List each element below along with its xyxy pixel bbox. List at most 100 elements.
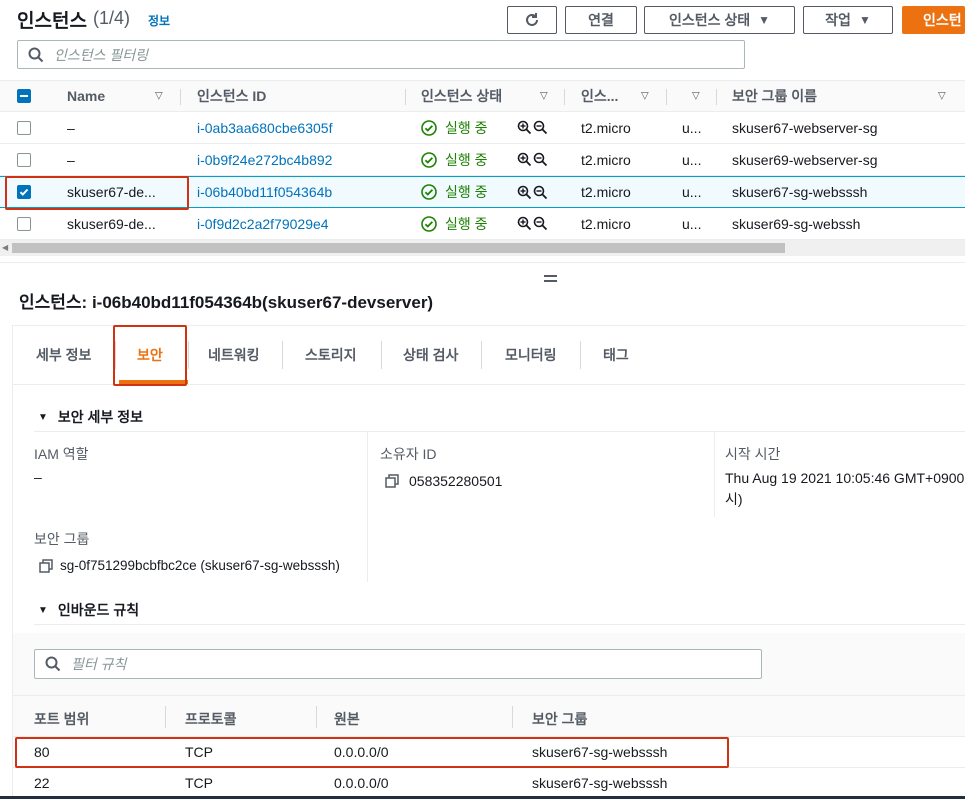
page-title: 인스턴스 [17,11,87,32]
col-5[interactable] [682,81,687,111]
row-checkbox[interactable] [17,208,31,239]
success-icon [421,184,437,200]
col-instance-type[interactable]: 인스... [581,81,636,111]
select-all-checkbox[interactable] [17,81,31,111]
security-details-toggle[interactable]: ▼ 보안 세부 정보 [38,407,143,427]
copy-icon[interactable] [385,474,399,488]
drag-handle-icon[interactable] [544,275,557,285]
highlight-selected-name [5,176,189,210]
instance-state-label: 인스턴스 상태 [668,12,751,28]
instance-type: t2.micro [581,151,631,168]
zoom-out-icon[interactable] [533,216,548,231]
owner-id-label: 소유자 ID [380,446,437,462]
row-checkbox[interactable] [17,144,31,175]
tab-status-checks[interactable]: 상태 검사 [403,325,458,385]
launch-instances-button[interactable]: 인스턴 [902,6,965,34]
instance-type: t2.micro [581,215,631,232]
col-source[interactable]: 원본 [334,709,360,729]
sort-icon[interactable]: ▽ [938,91,946,102]
connect-button[interactable]: 연결 [565,6,637,34]
instance-col5: u... [682,151,702,168]
security-details-heading: 보안 세부 정보 [57,409,143,425]
row-checkbox[interactable] [17,112,31,143]
col-rule-security-group[interactable]: 보안 그룹 [532,709,587,729]
scrollbar-thumb[interactable] [12,243,785,253]
instance-name: – [67,151,75,168]
zoom-in-icon[interactable] [517,120,532,135]
launch-time-value-cont: 시) [725,491,743,507]
instance-id-link[interactable]: i-0b9f24e272bc4b892 [197,144,397,175]
security-group-link[interactable]: sg-0f751299bcbfbc2ce (skuser67-sg-websss… [60,558,340,573]
instance-col5: u... [682,215,702,232]
tab-networking[interactable]: 네트워킹 [208,325,260,385]
instance-state: 실행 중 [421,144,511,175]
zoom-in-icon[interactable] [517,216,532,231]
table-row[interactable]: skuser69-de... i-0f9d2c2a2f79029e4 실행 중 t2.… [0,208,965,240]
rule-port: 22 [34,775,50,791]
info-link[interactable]: 정보 [148,12,170,29]
instance-filter-input[interactable]: 인스턴스 필터링 [17,40,745,69]
tab-monitoring[interactable]: 모니터링 [505,325,557,385]
table-row[interactable]: – i-0b9f24e272bc4b892 실행 중 t2.micro u... skus… [0,144,965,176]
instance-id-link[interactable]: i-06b40bd11f054364b [197,177,397,207]
zoom-controls [517,177,548,207]
actions-button[interactable]: 작업 ▼ [803,6,893,34]
scroll-left-icon[interactable]: ◀ [2,243,8,252]
instance-id-link[interactable]: i-0ab3aa680cbe6305f [197,112,397,143]
pane-splitter[interactable] [0,262,965,268]
horizontal-scrollbar[interactable]: ◀ [0,240,965,256]
zoom-out-icon[interactable] [533,185,548,200]
launch-time-label: 시작 시간 [725,446,781,462]
iam-role-label: IAM 역할 [34,446,89,462]
instance-state-text: 실행 중 [445,184,488,200]
col-instance-id[interactable]: 인스턴스 ID [197,81,377,111]
details-title: 인스턴스: i-06b40bd11f054364b(skuser67-devse… [19,293,434,312]
inbound-rules-toggle[interactable]: ▼ 인바운드 규칙 [38,600,139,620]
sort-icon[interactable]: ▽ [641,91,649,102]
rules-filter-placeholder: 필터 규칙 [71,656,127,672]
instance-state: 실행 중 [421,177,511,207]
instance-state: 실행 중 [421,112,511,143]
instance-state: 실행 중 [421,208,511,239]
sort-icon[interactable]: ▽ [692,91,700,102]
refresh-button[interactable] [507,6,557,34]
tab-details[interactable]: 세부 정보 [36,325,91,385]
col-security-group[interactable]: 보안 그룹 이름 [732,81,932,111]
rules-filter-input[interactable]: 필터 규칙 [34,649,762,679]
rule-source: 0.0.0.0/0 [334,775,389,791]
col-protocol[interactable]: 프로토콜 [185,709,237,729]
iam-role-value: – [34,469,42,485]
rule-security-group: skuser67-sg-websssh [532,775,668,791]
launch-time-value: Thu Aug 19 2021 10:05:46 GMT+0900 [725,470,965,486]
instance-security-group: skuser67-webserver-sg [732,119,878,136]
tab-storage[interactable]: 스토리지 [305,325,357,385]
instance-id-link[interactable]: i-0f9d2c2a2f79029e4 [197,208,397,239]
success-icon [421,215,437,232]
connect-label: 연결 [588,12,614,28]
caret-down-icon: ▼ [38,411,48,423]
col-port-range[interactable]: 포트 범위 [34,709,89,729]
rule-protocol: TCP [185,775,213,791]
tab-tags[interactable]: 태그 [603,325,629,385]
table-header-row: Name ▽ 인스턴스 ID 인스턴스 상태 ▽ 인스... ▽ ▽ 보안 그룹… [0,80,965,112]
highlight-rule-80 [15,737,729,768]
sort-icon[interactable]: ▽ [540,91,548,102]
copy-icon[interactable] [39,559,53,573]
zoom-in-icon[interactable] [517,152,532,167]
instance-name: skuser69-de... [67,215,156,232]
zoom-out-icon[interactable] [533,152,548,167]
instance-state-text: 실행 중 [445,151,488,168]
table-row[interactable]: 22 TCP 0.0.0.0/0 skuser67-sg-websssh [13,768,965,799]
owner-id-value: 058352280501 [409,473,503,489]
instance-col5: u... [682,184,702,200]
success-icon [421,151,437,168]
search-icon [28,47,44,62]
sort-icon[interactable]: ▽ [155,91,163,102]
rules-table-header: 포트 범위 프로토콜 원본 보안 그룹 [13,695,965,737]
col-instance-state[interactable]: 인스턴스 상태 [421,81,531,111]
zoom-out-icon[interactable] [533,120,548,135]
col-name[interactable]: Name [67,81,152,111]
table-row[interactable]: – i-0ab3aa680cbe6305f 실행 중 t2.micro u... skus… [0,112,965,144]
instance-state-button[interactable]: 인스턴스 상태 ▼ [644,6,795,34]
zoom-in-icon[interactable] [517,185,532,200]
